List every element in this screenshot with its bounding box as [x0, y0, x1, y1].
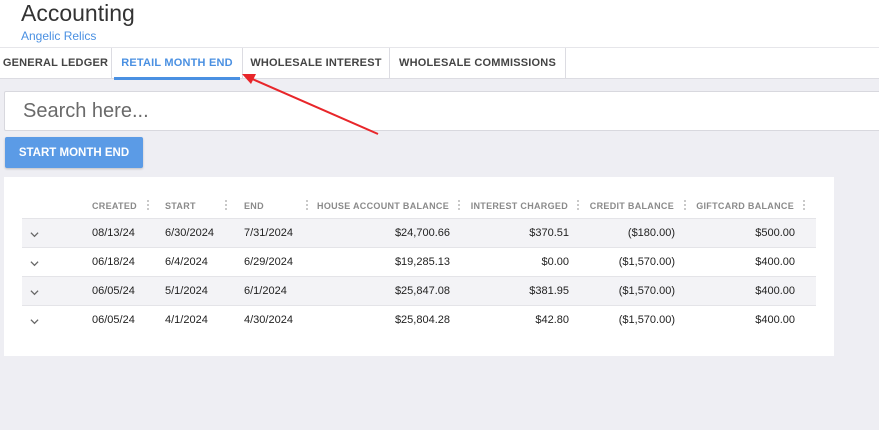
cell-end: 7/31/2024 — [244, 227, 293, 239]
page-title: Accounting — [21, 0, 135, 26]
tab-retail-month-end[interactable]: RETAIL MONTH END — [112, 48, 243, 80]
store-name[interactable]: Angelic Relics — [21, 29, 96, 43]
cell-credit-balance: ($1,570.00) — [618, 256, 675, 268]
column-resize-handle[interactable] — [458, 199, 460, 213]
app-header: Accounting Angelic Relics — [0, 0, 879, 48]
tab-wholesale-commissions[interactable]: WHOLESALE COMMISSIONS — [390, 48, 566, 79]
column-resize-handle[interactable] — [577, 199, 579, 213]
cell-house-account-balance: $24,700.66 — [394, 227, 450, 239]
cell-house-account-balance: $19,285.13 — [394, 256, 450, 268]
cell-interest-charged: $370.51 — [529, 227, 569, 239]
cell-giftcard-balance: $500.00 — [755, 227, 795, 239]
column-resize-handle[interactable] — [803, 199, 805, 213]
table-row[interactable]: 08/13/24 6/30/2024 7/31/2024 $24,700.66 … — [22, 219, 816, 248]
cell-interest-charged: $0.00 — [541, 256, 569, 268]
cell-created: 06/18/24 — [92, 256, 135, 268]
column-resize-handle[interactable] — [225, 199, 227, 213]
column-header-credit-balance[interactable]: CREDIT BALANCE — [590, 201, 674, 211]
cell-end: 6/1/2024 — [244, 285, 287, 297]
cell-created: 06/05/24 — [92, 285, 135, 297]
table-header: CREATED START END HOUSE ACCOUNT BALANCE … — [22, 195, 816, 219]
column-resize-handle[interactable] — [306, 199, 308, 213]
cell-credit-balance: ($180.00) — [627, 227, 675, 239]
table-row[interactable]: 06/05/24 5/1/2024 6/1/2024 $25,847.08 $3… — [22, 277, 816, 306]
column-header-created[interactable]: CREATED — [92, 201, 137, 211]
column-header-house-account-balance[interactable]: HOUSE ACCOUNT BALANCE — [317, 201, 449, 211]
chevron-down-icon[interactable] — [30, 288, 39, 297]
chevron-down-icon[interactable] — [30, 259, 39, 268]
chevron-down-icon[interactable] — [30, 317, 39, 326]
cell-credit-balance: ($1,570.00) — [618, 314, 675, 326]
month-end-table-card: CREATED START END HOUSE ACCOUNT BALANCE … — [4, 177, 834, 356]
cell-giftcard-balance: $400.00 — [755, 314, 795, 326]
cell-interest-charged: $42.80 — [535, 314, 569, 326]
table-row[interactable]: 06/18/24 6/4/2024 6/29/2024 $19,285.13 $… — [22, 248, 816, 277]
cell-start: 6/4/2024 — [165, 256, 208, 268]
column-header-start[interactable]: START — [165, 201, 196, 211]
cell-created: 06/05/24 — [92, 314, 135, 326]
cell-end: 6/29/2024 — [244, 256, 293, 268]
tab-general-ledger[interactable]: GENERAL LEDGER — [0, 48, 112, 79]
column-header-interest-charged[interactable]: INTEREST CHARGED — [471, 201, 568, 211]
cell-start: 4/1/2024 — [165, 314, 208, 326]
column-header-giftcard-balance[interactable]: GIFTCARD BALANCE — [696, 201, 794, 211]
column-resize-handle[interactable] — [147, 199, 149, 213]
column-resize-handle[interactable] — [684, 199, 686, 213]
column-header-end[interactable]: END — [244, 201, 264, 211]
cell-giftcard-balance: $400.00 — [755, 256, 795, 268]
cell-start: 5/1/2024 — [165, 285, 208, 297]
table-row[interactable]: 06/05/24 4/1/2024 4/30/2024 $25,804.28 $… — [22, 306, 816, 335]
tab-bar: GENERAL LEDGER RETAIL MONTH END WHOLESAL… — [0, 48, 879, 80]
cell-end: 4/30/2024 — [244, 314, 293, 326]
month-end-table: CREATED START END HOUSE ACCOUNT BALANCE … — [22, 195, 816, 335]
cell-credit-balance: ($1,570.00) — [618, 285, 675, 297]
cell-created: 08/13/24 — [92, 227, 135, 239]
cell-house-account-balance: $25,804.28 — [394, 314, 450, 326]
search-input[interactable] — [4, 91, 879, 131]
tab-wholesale-interest[interactable]: WHOLESALE INTEREST — [243, 48, 390, 79]
cell-house-account-balance: $25,847.08 — [394, 285, 450, 297]
cell-giftcard-balance: $400.00 — [755, 285, 795, 297]
chevron-down-icon[interactable] — [30, 230, 39, 239]
cell-start: 6/30/2024 — [165, 227, 214, 239]
start-month-end-button[interactable]: START MONTH END — [5, 137, 143, 168]
cell-interest-charged: $381.95 — [529, 285, 569, 297]
